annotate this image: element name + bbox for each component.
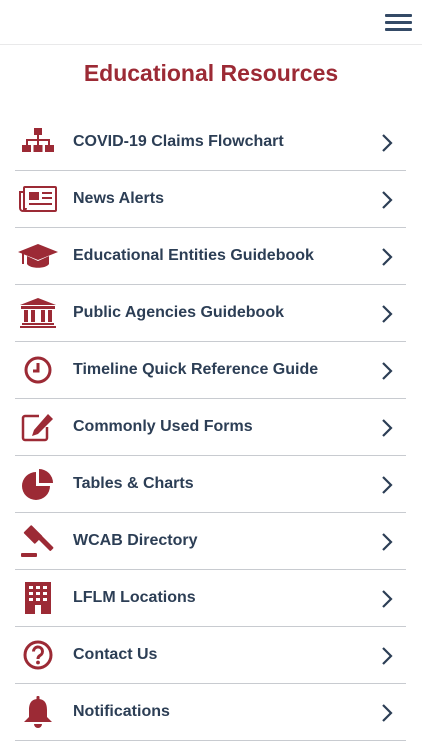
list-item-label: News Alerts xyxy=(73,190,164,207)
flowchart-icon xyxy=(18,126,58,158)
chevron-right-icon xyxy=(382,476,393,494)
chevron-right-icon xyxy=(382,248,393,266)
list-item-wcab-directory[interactable]: WCAB Directory xyxy=(15,513,406,570)
chevron-right-icon xyxy=(382,362,393,380)
list-item-label: COVID-19 Claims Flowchart xyxy=(73,133,284,150)
list-item-label: Public Agencies Guidebook xyxy=(73,304,284,321)
clock-icon xyxy=(18,354,58,386)
chevron-right-icon xyxy=(382,134,393,152)
list-item-news-alerts[interactable]: News Alerts xyxy=(15,171,406,228)
chevron-right-icon xyxy=(382,704,393,722)
list-item-public-agencies[interactable]: Public Agencies Guidebook xyxy=(15,285,406,342)
top-bar xyxy=(0,0,422,45)
list-item-label: WCAB Directory xyxy=(73,532,198,549)
chevron-right-icon xyxy=(382,419,393,437)
chevron-right-icon xyxy=(382,191,393,209)
resource-list: COVID-19 Claims Flowchart News Alerts Ed… xyxy=(15,114,406,741)
list-item-label: Timeline Quick Reference Guide xyxy=(73,361,319,378)
chevron-right-icon xyxy=(382,305,393,323)
list-item-timeline-guide[interactable]: Timeline Quick Reference Guide xyxy=(15,342,406,399)
hamburger-menu-icon[interactable] xyxy=(382,11,414,35)
chevron-right-icon xyxy=(382,647,393,665)
chevron-right-icon xyxy=(382,590,393,608)
bell-icon xyxy=(18,696,58,728)
list-item-tables-charts[interactable]: Tables & Charts xyxy=(15,456,406,513)
chevron-right-icon xyxy=(382,533,393,551)
list-item-contact-us[interactable]: Contact Us xyxy=(15,627,406,684)
pie-chart-icon xyxy=(18,468,58,500)
newspaper-icon xyxy=(18,183,58,215)
list-item-label: Commonly Used Forms xyxy=(73,418,253,435)
list-item-common-forms[interactable]: Commonly Used Forms xyxy=(15,399,406,456)
list-item-covid-flowchart[interactable]: COVID-19 Claims Flowchart xyxy=(15,114,406,171)
list-item-label: Tables & Charts xyxy=(73,475,194,492)
list-item-label: Educational Entities Guidebook xyxy=(73,247,314,264)
list-item-label: Notifications xyxy=(73,703,170,720)
question-circle-icon xyxy=(18,639,58,671)
office-building-icon xyxy=(18,582,58,614)
list-item-label: LFLM Locations xyxy=(73,589,196,606)
list-item-notifications[interactable]: Notifications xyxy=(15,684,406,741)
page-title: Educational Resources xyxy=(83,60,339,86)
list-item-label: Contact Us xyxy=(73,646,158,663)
graduation-cap-icon xyxy=(18,240,58,272)
gavel-icon xyxy=(18,525,58,557)
list-item-lflm-locations[interactable]: LFLM Locations xyxy=(15,570,406,627)
government-building-icon xyxy=(18,297,58,329)
list-item-educational-entities[interactable]: Educational Entities Guidebook xyxy=(15,228,406,285)
edit-form-icon xyxy=(18,411,58,443)
